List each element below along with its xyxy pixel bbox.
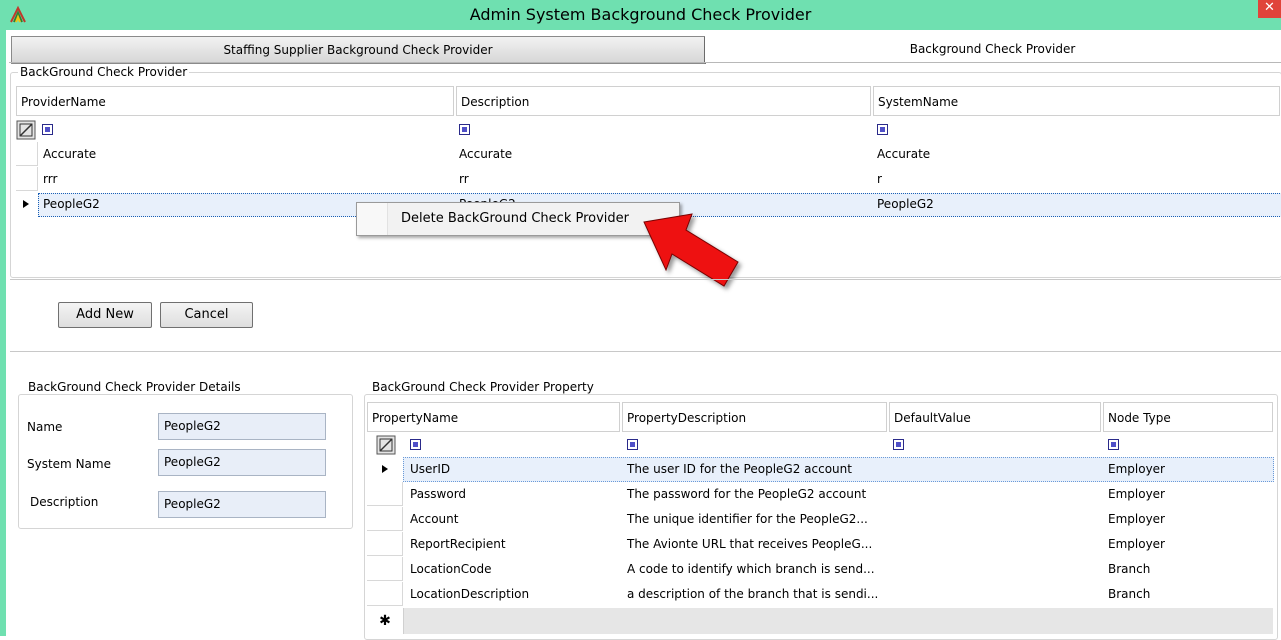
cell-system-name[interactable]: PeopleG2 bbox=[877, 192, 934, 216]
cell-node-type[interactable]: Employer bbox=[1108, 532, 1165, 556]
filter-checkbox-system-name[interactable] bbox=[877, 124, 888, 135]
context-menu: Delete BackGround Check Provider bbox=[356, 202, 680, 236]
cell-provider-name[interactable]: rrr bbox=[43, 167, 57, 191]
property-group-label: BackGround Check Provider Property bbox=[370, 380, 596, 394]
filter-checkbox-description[interactable] bbox=[459, 124, 470, 135]
row-pointer-icon bbox=[382, 465, 388, 473]
row-header[interactable] bbox=[16, 167, 38, 191]
add-new-button[interactable]: Add New bbox=[58, 302, 152, 328]
column-header-system-name[interactable]: SystemName bbox=[873, 86, 1280, 116]
name-label: Name bbox=[27, 420, 63, 434]
column-header-description[interactable]: Description bbox=[456, 86, 871, 116]
cell-node-type[interactable]: Branch bbox=[1108, 557, 1150, 581]
filter-checkbox-property-name[interactable] bbox=[410, 439, 421, 450]
column-header-default-value[interactable]: DefaultValue bbox=[889, 402, 1101, 432]
close-icon[interactable]: ✕ bbox=[1258, 0, 1281, 18]
window-title: Admin System Background Check Provider bbox=[469, 5, 812, 24]
row-header[interactable] bbox=[367, 582, 403, 606]
cell-property-description[interactable]: The unique identifier for the PeopleG2..… bbox=[627, 507, 868, 531]
cell-node-type[interactable]: Branch bbox=[1108, 582, 1150, 606]
filter-checkbox-provider-name[interactable] bbox=[42, 124, 53, 135]
filter-icon[interactable] bbox=[16, 120, 36, 140]
cell-provider-name[interactable]: Accurate bbox=[43, 142, 96, 166]
cell-property-description[interactable]: a description of the branch that is send… bbox=[627, 582, 878, 606]
red-arrow-icon bbox=[643, 213, 739, 287]
filter-checkbox-default-value[interactable] bbox=[893, 439, 904, 450]
tab-underline bbox=[9, 62, 1281, 63]
context-menu-icon-column bbox=[357, 203, 388, 235]
cell-node-type[interactable]: Employer bbox=[1108, 457, 1165, 481]
cell-description[interactable]: Accurate bbox=[459, 142, 512, 166]
tab-background-check-provider[interactable]: Background Check Provider bbox=[705, 36, 1280, 62]
description-label: Description bbox=[30, 495, 99, 509]
column-header-property-name[interactable]: PropertyName bbox=[367, 402, 620, 432]
details-group-label: BackGround Check Provider Details bbox=[26, 380, 243, 394]
cell-node-type[interactable]: Employer bbox=[1108, 507, 1165, 531]
new-row-icon[interactable]: ✱ bbox=[367, 608, 404, 634]
cell-node-type[interactable]: Employer bbox=[1108, 482, 1165, 506]
provider-group-label: BackGround Check Provider bbox=[18, 65, 190, 79]
system-name-label: System Name bbox=[27, 457, 111, 471]
cell-property-name[interactable]: UserID bbox=[410, 457, 450, 481]
context-menu-delete-provider[interactable]: Delete BackGround Check Provider bbox=[401, 203, 629, 235]
cell-property-name[interactable]: LocationDescription bbox=[410, 582, 529, 606]
cell-property-description[interactable]: A code to identify which branch is send.… bbox=[627, 557, 875, 581]
cell-description[interactable]: rr bbox=[459, 167, 469, 191]
app-logo-icon bbox=[10, 5, 26, 23]
column-header-node-type[interactable]: Node Type bbox=[1103, 402, 1273, 432]
row-header[interactable] bbox=[367, 532, 403, 556]
cell-property-description[interactable]: The password for the PeopleG2 account bbox=[627, 482, 866, 506]
cell-property-description[interactable]: The user ID for the PeopleG2 account bbox=[627, 457, 852, 481]
name-field[interactable]: PeopleG2 bbox=[158, 413, 326, 440]
column-header-provider-name[interactable]: ProviderName bbox=[16, 86, 454, 116]
cell-system-name[interactable]: Accurate bbox=[877, 142, 930, 166]
cell-system-name[interactable]: r bbox=[877, 167, 882, 191]
filter-checkbox-node-type[interactable] bbox=[1108, 439, 1119, 450]
cell-property-name[interactable]: Password bbox=[410, 482, 466, 506]
cell-provider-name[interactable]: PeopleG2 bbox=[43, 192, 100, 216]
filter-icon[interactable] bbox=[369, 435, 403, 455]
cell-property-name[interactable]: ReportRecipient bbox=[410, 532, 506, 556]
description-field[interactable]: PeopleG2 bbox=[158, 491, 326, 518]
row-header[interactable] bbox=[367, 557, 403, 581]
row-header[interactable] bbox=[367, 507, 403, 531]
row-header[interactable] bbox=[367, 482, 403, 506]
cell-property-name[interactable]: LocationCode bbox=[410, 557, 491, 581]
column-header-property-description[interactable]: PropertyDescription bbox=[622, 402, 887, 432]
window-frame-left bbox=[0, 30, 6, 636]
row-header[interactable] bbox=[16, 142, 38, 166]
cell-property-description[interactable]: The Avionte URL that receives PeopleG... bbox=[627, 532, 872, 556]
new-row[interactable] bbox=[403, 608, 1273, 634]
tab-staffing-supplier[interactable]: Staffing Supplier Background Check Provi… bbox=[11, 36, 706, 64]
system-name-field[interactable]: PeopleG2 bbox=[158, 449, 326, 476]
row-pointer-icon bbox=[23, 200, 29, 208]
cancel-button[interactable]: Cancel bbox=[160, 302, 253, 328]
cell-property-name[interactable]: Account bbox=[410, 507, 458, 531]
filter-checkbox-property-description[interactable] bbox=[627, 439, 638, 450]
panel-divider-top bbox=[10, 279, 1281, 280]
panel-divider-bottom bbox=[10, 351, 1281, 352]
